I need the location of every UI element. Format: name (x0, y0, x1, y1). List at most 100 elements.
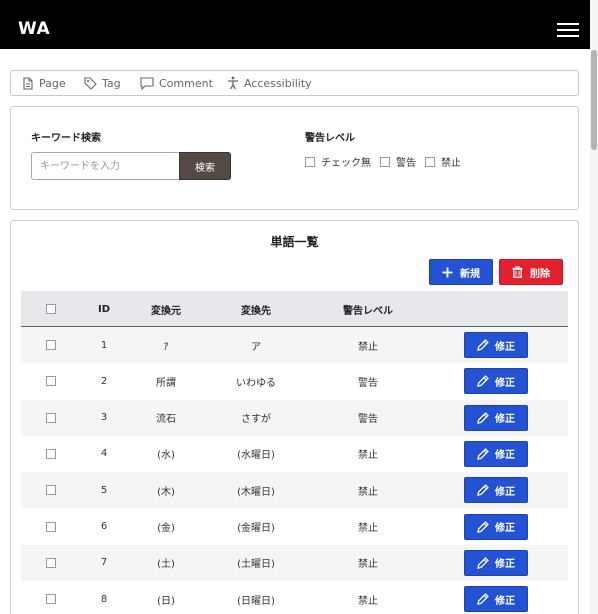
row-checkbox[interactable] (46, 412, 56, 423)
cell-id: 5 (100, 484, 108, 496)
cell-target: (水曜日) (237, 450, 275, 462)
app-header: WA (0, 0, 590, 49)
cell-source: (土) (157, 559, 175, 571)
level-option-label: 禁止 (441, 158, 461, 169)
row-checkbox[interactable] (46, 594, 56, 605)
plus-icon (442, 267, 453, 277)
level-option-label: 警告 (396, 158, 416, 169)
tag-icon (84, 76, 97, 90)
cell-id: 8 (100, 593, 108, 605)
table-row: 8 (日) (日曜日) 禁止 修正 (21, 581, 568, 614)
tab-page-label: Page (39, 76, 66, 90)
scrollbar-thumb[interactable] (591, 50, 597, 150)
cell-target: さすが (241, 414, 271, 426)
search-button[interactable]: 検索 (179, 152, 231, 180)
row-action-cell: 修正 (463, 400, 529, 436)
edit-button[interactable]: 修正 (464, 549, 528, 576)
checkbox[interactable] (425, 156, 435, 167)
table-row: 2 所謂 いわゆる 警告 修正 (21, 363, 568, 400)
level-option-none[interactable]: チェック無 (305, 154, 371, 169)
edit-button[interactable]: 修正 (464, 440, 528, 467)
row-action-cell: 修正 (463, 436, 529, 472)
tab-tag-label: Tag (102, 76, 121, 90)
row-select-cell (41, 509, 61, 545)
keyword-input[interactable] (31, 152, 179, 180)
edit-button-label: 修正 (495, 523, 515, 534)
header-target: 変換先 (241, 305, 271, 317)
cell-level: 禁止 (358, 559, 378, 571)
row-select-cell (41, 327, 61, 363)
edit-button[interactable]: 修正 (464, 586, 528, 613)
row-action-cell: 修正 (463, 581, 529, 614)
cell-source: 所謂 (156, 377, 176, 389)
edit-button[interactable]: 修正 (464, 513, 528, 540)
select-all-checkbox[interactable] (46, 304, 56, 314)
row-checkbox[interactable] (46, 340, 56, 350)
tab-bar: Page Tag Comment Accessibility (10, 70, 579, 96)
pencil-icon (477, 556, 489, 569)
cell-target: ア (251, 341, 261, 353)
header-source: 変換元 (151, 305, 181, 317)
pencil-icon (477, 411, 489, 424)
row-checkbox[interactable] (46, 376, 56, 387)
cell-level: 警告 (358, 414, 378, 426)
edit-button[interactable]: 修正 (464, 332, 528, 358)
table-header: ID 変換元 変換先 警告レベル (21, 291, 568, 327)
row-select-cell (41, 436, 61, 472)
delete-button[interactable]: 削除 (499, 259, 563, 285)
list-title: 単語一覧 (270, 235, 319, 249)
page-icon (23, 76, 33, 90)
tab-page[interactable]: Page (22, 71, 66, 95)
edit-button[interactable]: 修正 (464, 368, 528, 395)
checkbox[interactable] (380, 156, 390, 167)
cell-source: ｱ (163, 341, 169, 353)
warning-level-label: 警告レベル (305, 133, 355, 144)
level-option-label: チェック無 (321, 158, 371, 169)
pencil-icon (477, 484, 489, 497)
header-level: 警告レベル (343, 305, 393, 317)
tab-accessibility-label: Accessibility (244, 76, 312, 90)
cell-id: 6 (100, 521, 108, 532)
row-action-cell: 修正 (463, 363, 529, 399)
new-button[interactable]: 新規 (429, 259, 493, 285)
edit-button-label: 修正 (495, 450, 515, 462)
table-row: 6 (金) (金曜日) 禁止 修正 (21, 508, 568, 545)
accessibility-icon (228, 76, 238, 90)
tab-tag[interactable]: Tag (84, 71, 121, 95)
tab-comment-label: Comment (159, 76, 213, 90)
row-checkbox[interactable] (46, 557, 56, 568)
row-checkbox[interactable] (46, 448, 56, 459)
pencil-icon (477, 448, 489, 460)
row-checkbox[interactable] (46, 485, 56, 496)
level-option-warning[interactable]: 警告 (380, 154, 416, 169)
edit-button-label: 修正 (495, 377, 515, 389)
row-select-cell (41, 363, 61, 399)
pencil-icon (477, 520, 489, 533)
row-select-cell (41, 581, 61, 614)
checkbox[interactable] (305, 156, 315, 167)
cell-source: 流石 (156, 414, 176, 426)
cell-target: (木曜日) (237, 486, 275, 498)
table-row: 3 流石 さすが 警告 修正 (21, 399, 568, 436)
row-checkbox[interactable] (46, 521, 56, 532)
cell-id: 3 (100, 412, 108, 424)
edit-button[interactable]: 修正 (464, 404, 528, 431)
pencil-icon (477, 375, 489, 388)
cell-level: 禁止 (358, 523, 378, 534)
keyword-search-label: キーワード検索 (31, 133, 101, 144)
cell-source: (水) (157, 450, 175, 462)
edit-button-label: 修正 (495, 486, 515, 498)
app-logo[interactable]: WA (18, 19, 50, 39)
edit-button[interactable]: 修正 (464, 477, 528, 504)
row-select-cell (41, 545, 61, 581)
cell-level: 禁止 (358, 486, 378, 498)
tab-comment[interactable]: Comment (140, 71, 213, 95)
pencil-icon (477, 593, 489, 605)
header-id: ID (97, 303, 111, 315)
tab-accessibility[interactable]: Accessibility (227, 71, 312, 95)
level-option-forbidden[interactable]: 禁止 (425, 154, 461, 169)
edit-button-label: 修正 (495, 595, 515, 607)
cell-level: 禁止 (358, 595, 378, 607)
hamburger-icon[interactable] (557, 23, 579, 37)
edit-button-label: 修正 (495, 414, 515, 426)
